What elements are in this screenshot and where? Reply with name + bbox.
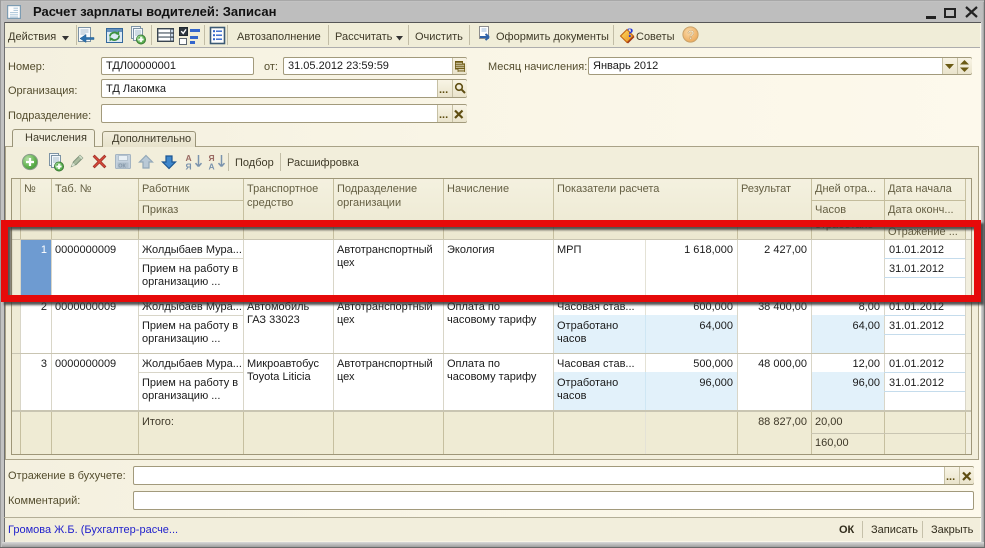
svg-text:?: ?	[627, 25, 634, 40]
svg-text:Я: Я	[186, 162, 192, 171]
svg-text:ОК: ОК	[118, 164, 126, 170]
svg-text:А: А	[209, 162, 215, 171]
svg-text:?: ?	[687, 28, 694, 42]
